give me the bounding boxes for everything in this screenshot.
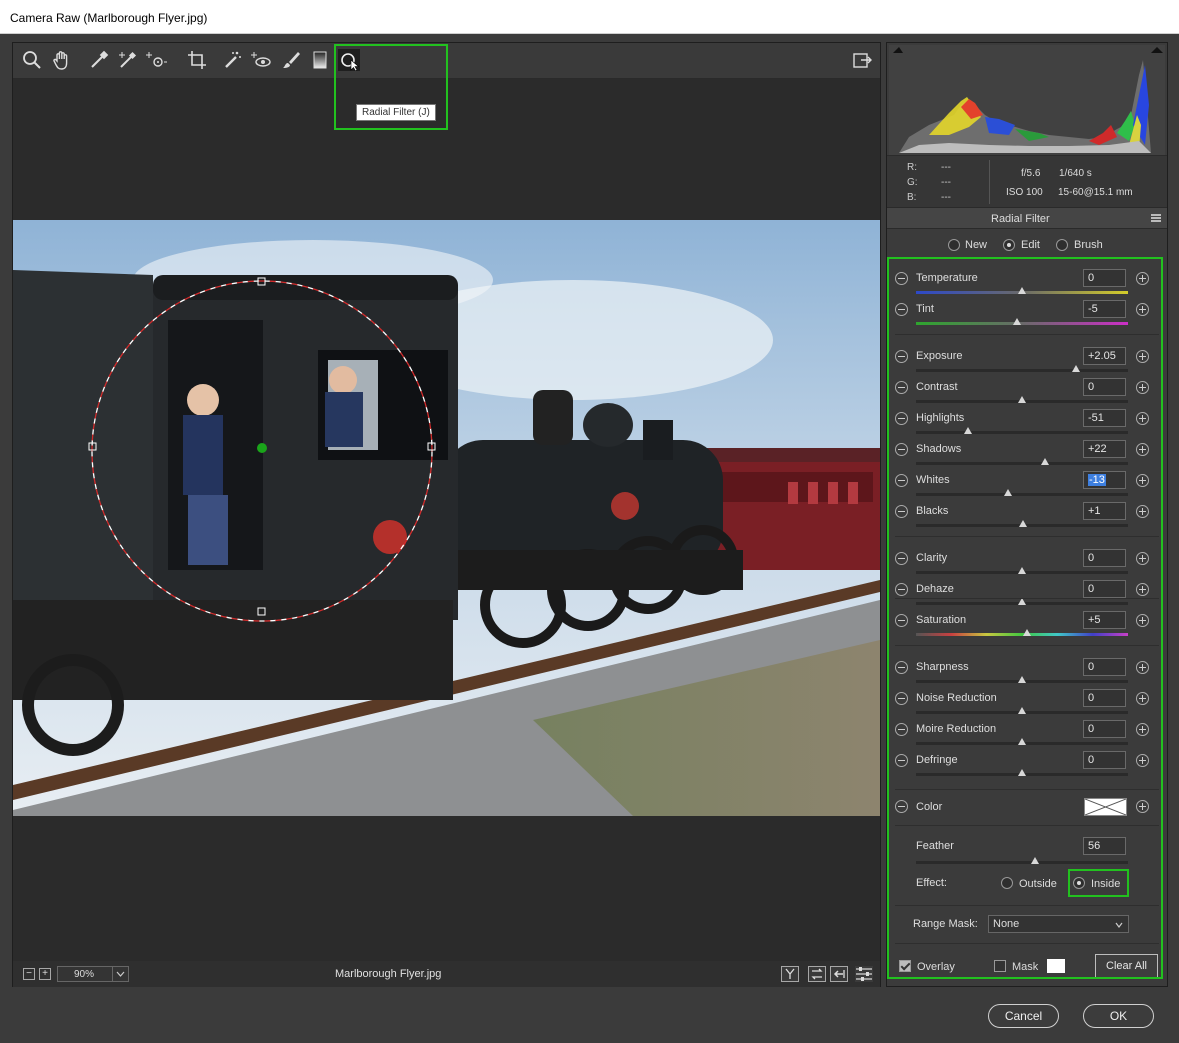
shutter-value: 1/640 s (1059, 168, 1092, 179)
red-value: --- (941, 162, 951, 173)
mode-brush-label[interactable]: Brush (1074, 239, 1103, 251)
hand-icon[interactable] (51, 49, 73, 71)
chevron-down-icon (112, 967, 128, 981)
mode-edit-radio[interactable] (1003, 239, 1015, 251)
window-title: Camera Raw (Marlborough Flyer.jpg) (10, 11, 208, 25)
open-preferences-icon[interactable] (851, 49, 873, 71)
photo-preview[interactable] (13, 220, 880, 816)
status-bar: − + 90% Marlborough Flyer.jpg (13, 961, 880, 987)
zoom-icon[interactable] (21, 49, 43, 71)
blue-label: B: (907, 192, 917, 203)
view-settings-icon[interactable] (855, 966, 873, 982)
red-eye-icon[interactable] (250, 49, 272, 71)
ok-button[interactable]: OK (1083, 1004, 1154, 1028)
zoom-in-button[interactable]: + (39, 968, 51, 980)
adjustment-brush-icon[interactable] (280, 49, 302, 71)
white-balance-icon[interactable] (88, 49, 110, 71)
aperture-value: f/5.6 (1021, 168, 1041, 179)
shadow-clipping-icon (893, 47, 903, 53)
histogram-info: R: G: B: --- --- --- f/5.6 1/640 s ISO 1… (887, 155, 1167, 207)
panel-header: Radial Filter (887, 207, 1167, 229)
info-divider (989, 160, 990, 204)
image-area: Radial Filter (J) − + 90% Marlborough Fl… (12, 42, 881, 987)
red-label: R: (907, 162, 917, 173)
before-after-view-icon[interactable] (781, 966, 799, 982)
lens-value: 15-60@15.1 mm (1058, 187, 1133, 198)
histogram (889, 45, 1165, 155)
mode-new-label[interactable]: New (965, 239, 987, 251)
window-titlebar: Camera Raw (Marlborough Flyer.jpg) (0, 0, 1179, 34)
green-label: G: (907, 177, 918, 188)
filename-label: Marlborough Flyer.jpg (335, 968, 442, 980)
iso-value: ISO 100 (1006, 187, 1043, 198)
mode-selector: New Edit Brush (887, 231, 1167, 257)
blue-value: --- (941, 192, 951, 203)
crop-icon[interactable] (186, 49, 208, 71)
swap-settings-icon[interactable] (808, 966, 826, 982)
radial-filter-tooltip: Radial Filter (J) (356, 104, 436, 121)
graduated-filter-icon[interactable] (309, 49, 331, 71)
zoom-out-button[interactable]: − (23, 968, 35, 980)
copy-settings-icon[interactable] (830, 966, 848, 982)
mode-edit-label[interactable]: Edit (1021, 239, 1040, 251)
mode-brush-radio[interactable] (1056, 239, 1068, 251)
zoom-select[interactable]: 90% (57, 966, 129, 982)
cancel-button[interactable]: Cancel (988, 1004, 1059, 1028)
panel-menu-icon[interactable] (1151, 214, 1161, 222)
highlight-clipping-icon (1151, 47, 1163, 53)
spot-removal-icon[interactable] (221, 49, 243, 71)
panel-title: Radial Filter (991, 213, 1050, 225)
green-value: --- (941, 177, 951, 188)
color-sampler-icon[interactable] (117, 49, 139, 71)
targeted-adjustment-icon[interactable] (146, 49, 168, 71)
zoom-value: 90% (74, 969, 95, 980)
adjustments-highlight (887, 257, 1163, 979)
mode-new-radio[interactable] (948, 239, 960, 251)
